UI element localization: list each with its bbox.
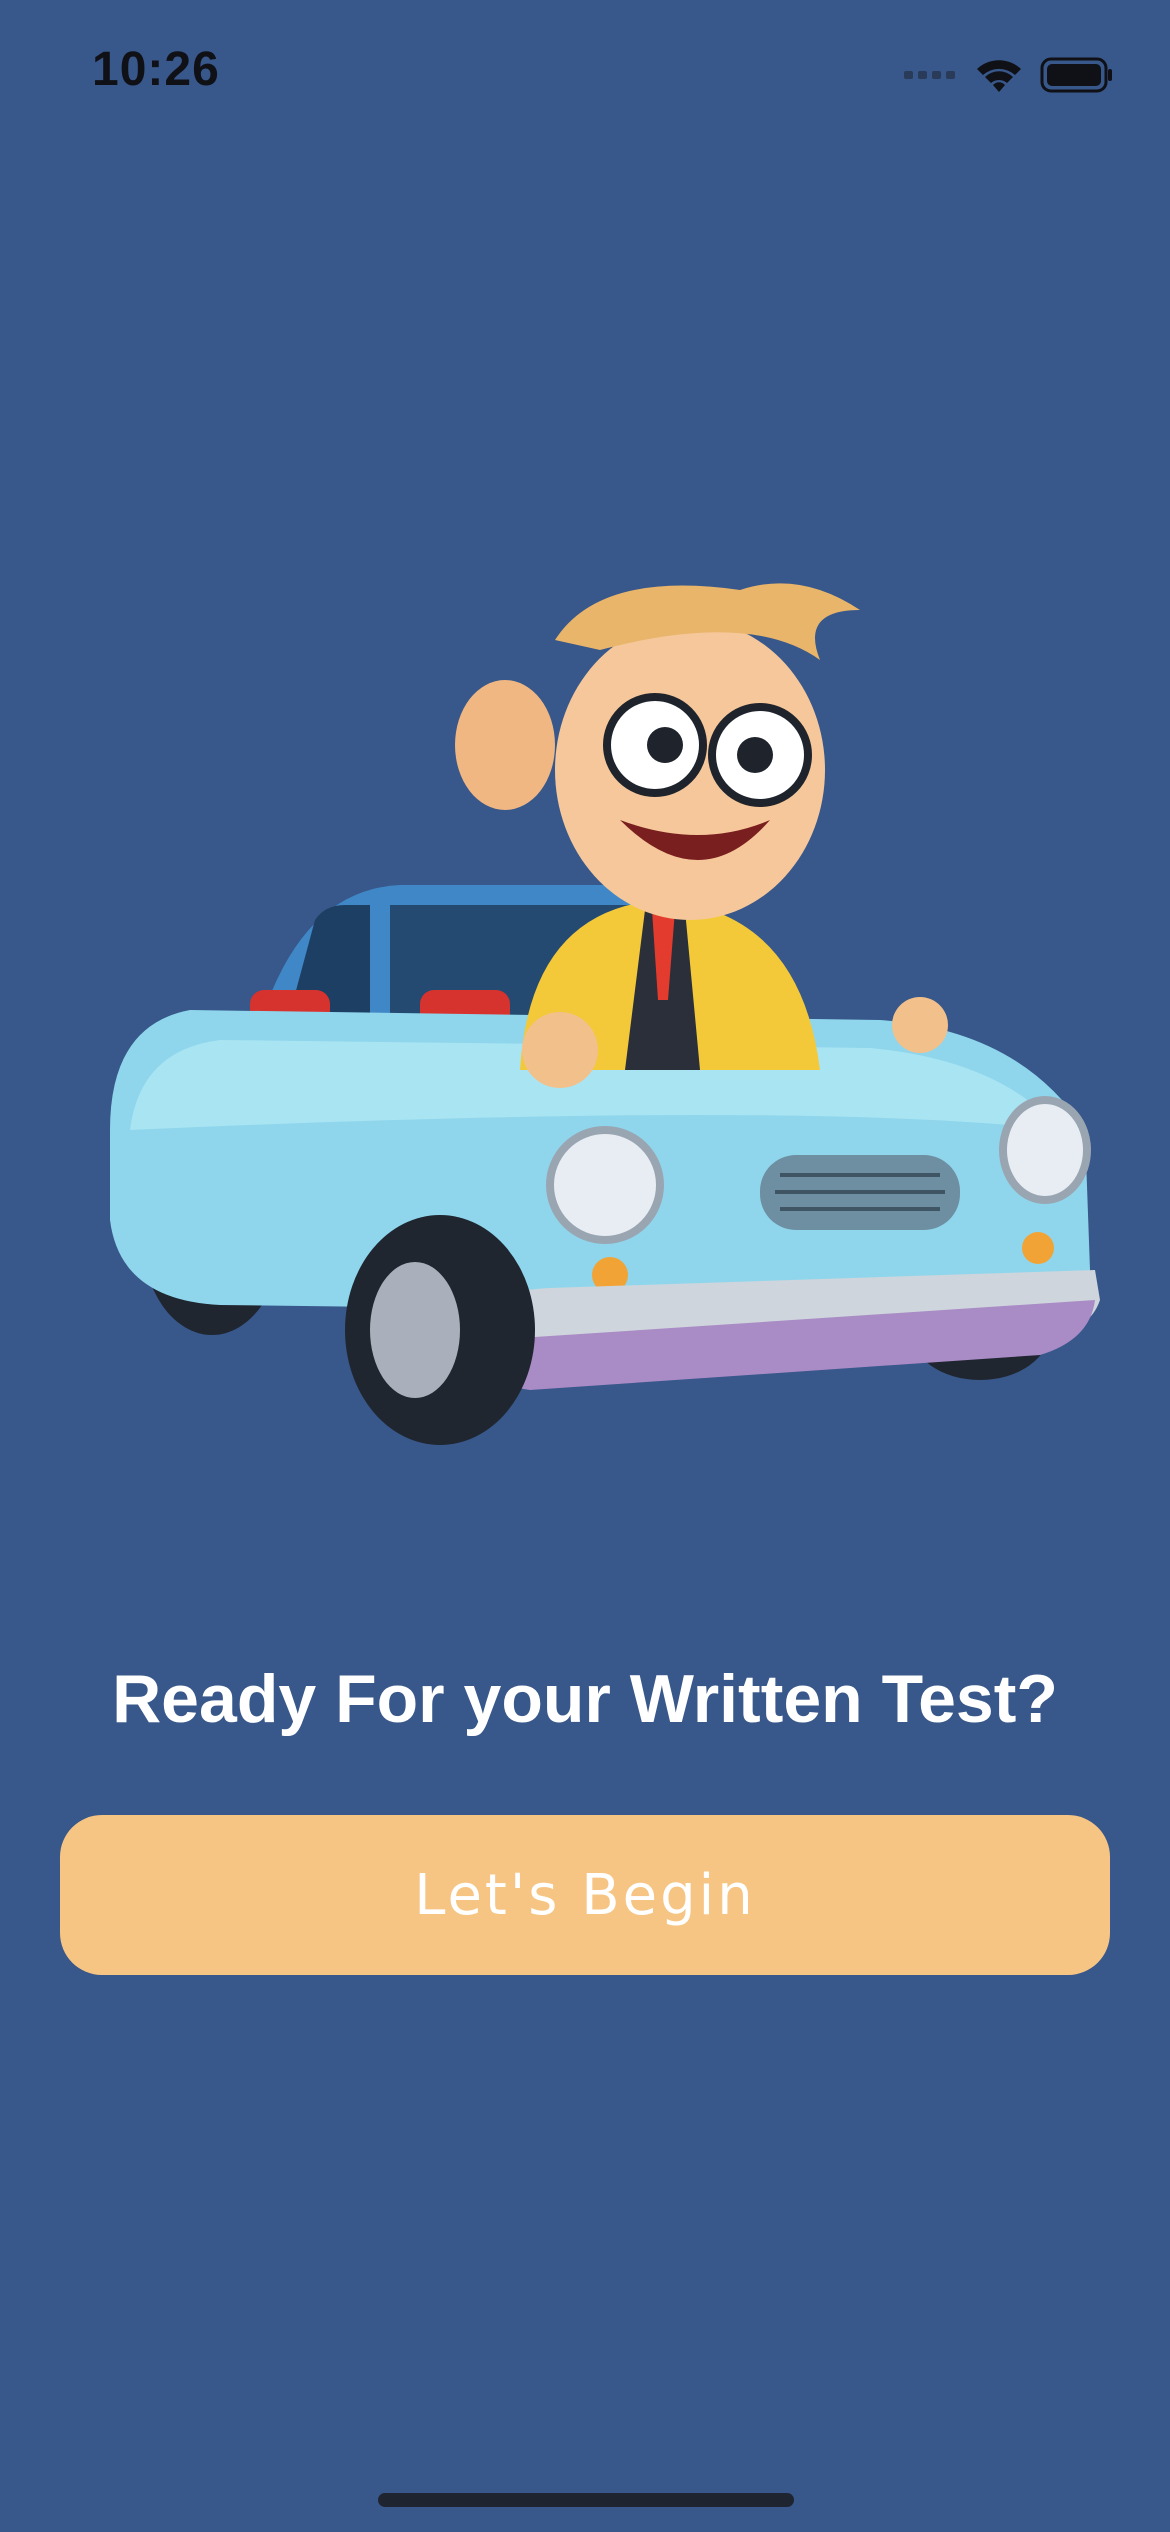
status-icons (904, 52, 1114, 98)
lets-begin-button[interactable]: Let's Begin (60, 1815, 1110, 1975)
home-indicator[interactable] (378, 2493, 794, 2507)
status-bar: 10:26 (0, 0, 1170, 150)
cellular-signal-icon (904, 71, 955, 79)
page-headline: Ready For your Written Test? (112, 1661, 1058, 1737)
car-driver-illustration (110, 583, 1100, 1445)
battery-icon (1040, 57, 1112, 93)
status-time: 10:26 (92, 43, 220, 96)
wifi-icon (977, 60, 1021, 92)
